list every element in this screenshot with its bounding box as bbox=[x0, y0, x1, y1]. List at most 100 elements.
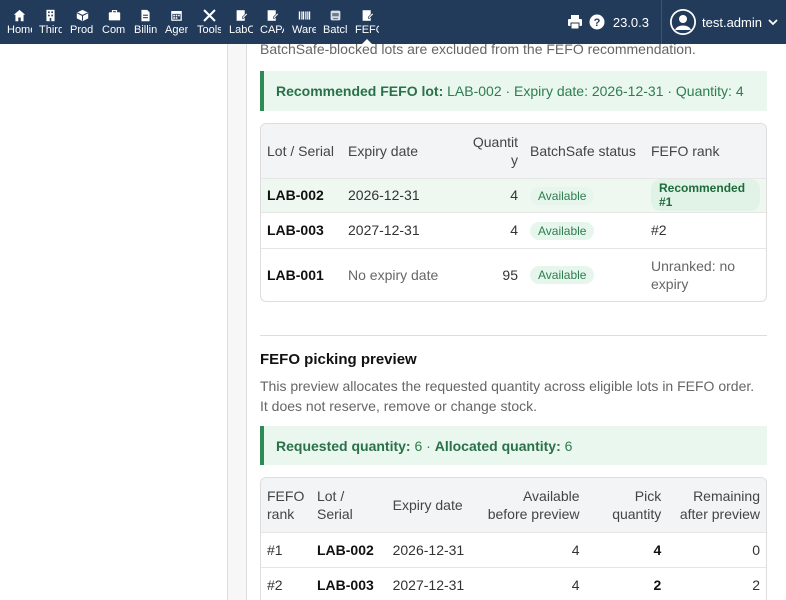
nav-item-capa[interactable]: CAPA bbox=[260, 0, 284, 44]
col-pick-quantity: Pick quantity bbox=[585, 478, 668, 532]
user-icon bbox=[670, 9, 696, 35]
nav-item-billing[interactable]: Billin bbox=[134, 0, 157, 44]
expiry-cell: 2027-12-31 bbox=[342, 211, 462, 248]
nav-item-label: Third bbox=[39, 24, 62, 36]
rank-cell: #1 bbox=[261, 531, 311, 567]
nav-item-products[interactable]: Prod bbox=[70, 0, 94, 44]
lot-cell: LAB-001 bbox=[261, 247, 342, 301]
nav-item-label: Tools bbox=[197, 24, 221, 36]
remaining-cell: 2 bbox=[667, 566, 766, 600]
nav-item-labc[interactable]: LabC bbox=[229, 0, 253, 44]
nav-item-label: FEFO bbox=[355, 24, 379, 36]
status-cell: Available bbox=[524, 177, 645, 212]
version-label: 23.0.3 bbox=[612, 14, 650, 30]
doc-edit-icon bbox=[362, 10, 374, 21]
nav-item-agenda[interactable]: Agen bbox=[165, 0, 188, 44]
remaining-cell: 0 bbox=[667, 531, 766, 567]
barcode-icon bbox=[298, 11, 310, 20]
nav-item-label: Prod bbox=[70, 24, 94, 36]
print-icon[interactable] bbox=[567, 14, 583, 30]
nav-item-label: Agen bbox=[165, 24, 188, 36]
nav-item-warehouse[interactable]: Ware bbox=[292, 0, 316, 44]
table-row: LAB-001 No expiry date 95 Available Unra… bbox=[261, 247, 766, 301]
blocked-lots-note: BatchSafe-blocked lots are excluded from… bbox=[260, 41, 696, 57]
preview-description: This preview allocates the requested qua… bbox=[260, 378, 755, 414]
section-divider bbox=[260, 335, 767, 336]
col-fefo-rank: FEFO rank bbox=[261, 478, 311, 532]
quantity-summary-callout: Requested quantity: 6 · Allocated quanti… bbox=[260, 426, 767, 465]
requested-value: 6 bbox=[414, 437, 423, 454]
requested-label: Requested quantity: bbox=[276, 437, 411, 454]
allocated-value: 6 bbox=[564, 437, 573, 454]
status-cell: Available bbox=[524, 211, 645, 248]
tools-icon bbox=[203, 9, 215, 22]
nav-item-label: LabC bbox=[229, 24, 253, 36]
preview-title: FEFO picking preview bbox=[260, 351, 417, 368]
col-fefo-rank: FEFO rank bbox=[645, 124, 766, 178]
tag-icon bbox=[330, 10, 340, 21]
nav-item-fefo[interactable]: FEFO bbox=[355, 0, 379, 44]
col-lot-serial: Lot / Serial bbox=[261, 124, 342, 178]
rank-cell: #2 bbox=[645, 211, 766, 248]
invoice-icon bbox=[141, 9, 150, 22]
nav-item-third[interactable]: Third bbox=[39, 0, 62, 44]
available-cell: 4 bbox=[474, 566, 586, 600]
nav-item-home[interactable]: Home bbox=[7, 0, 32, 44]
col-expiry-date: Expiry date bbox=[342, 124, 462, 178]
recommended-badge: Recommended #1 bbox=[651, 179, 760, 211]
expiry-cell: 2026-12-31 bbox=[386, 531, 475, 567]
col-expiry-date: Expiry date bbox=[386, 478, 475, 532]
recommended-lot-callout: Recommended FEFO lot: LAB-002 · Expiry d… bbox=[260, 71, 767, 111]
expiry-cell: 2026-12-31 bbox=[342, 177, 462, 212]
rank-cell: Unranked: no expiry bbox=[645, 247, 766, 301]
col-remaining-after: Remaining after preview bbox=[667, 478, 766, 532]
doc-edit-icon bbox=[267, 10, 279, 21]
col-quantity: Quantity bbox=[462, 124, 524, 178]
nav-item-label: Com bbox=[102, 24, 126, 36]
nav-item-batch[interactable]: Batcl bbox=[323, 0, 347, 44]
avatar bbox=[670, 9, 697, 35]
pick-cell: 4 bbox=[585, 531, 668, 567]
picking-preview-table: FEFO rank Lot / Serial Expiry date Avail… bbox=[260, 477, 767, 600]
quantity-cell: 95 bbox=[462, 247, 524, 301]
nav-item-tools[interactable]: Tools bbox=[197, 0, 221, 44]
nav-item-label: Billin bbox=[134, 24, 157, 36]
lot-cell: LAB-003 bbox=[261, 211, 342, 248]
col-batchsafe-status: BatchSafe status bbox=[524, 124, 645, 178]
user-menu[interactable]: test.admin bbox=[661, 0, 786, 44]
nav-item-label: Ware bbox=[292, 24, 316, 36]
recommended-text: LAB-002 · Expiry date: 2026-12-31 · Quan… bbox=[447, 83, 744, 99]
lot-cell: LAB-002 bbox=[310, 531, 387, 567]
status-cell: Available bbox=[524, 247, 645, 301]
doc-edit-icon bbox=[236, 10, 248, 21]
username: test.admin bbox=[702, 14, 762, 30]
pick-cell: 2 bbox=[585, 566, 668, 600]
rank-cell: Recommended #1 bbox=[645, 177, 766, 212]
table-row: #1 LAB-002 2026-12-31 4 4 0 bbox=[261, 531, 766, 567]
nav-item-label: CAPA bbox=[260, 24, 284, 36]
cube-icon bbox=[76, 9, 88, 22]
table-row: LAB-002 2026-12-31 4 Available Recommend… bbox=[261, 177, 766, 212]
briefcase-icon bbox=[108, 10, 120, 21]
status-badge: Available bbox=[530, 186, 595, 205]
help-icon[interactable]: ? bbox=[589, 14, 605, 30]
status-badge: Available bbox=[530, 221, 595, 240]
rank-cell: #2 bbox=[261, 566, 311, 600]
quantity-cell: 4 bbox=[462, 177, 524, 212]
expiry-cell: No expiry date bbox=[342, 247, 462, 301]
lot-cell: LAB-002 bbox=[261, 177, 342, 212]
expiry-cell: 2027-12-31 bbox=[386, 566, 475, 600]
nav-item-label: Home bbox=[7, 24, 32, 36]
lot-cell: LAB-003 bbox=[310, 566, 387, 600]
top-right-tools: ? 23.0.3 test.admin bbox=[567, 0, 786, 44]
col-available-before: Available before preview bbox=[474, 478, 586, 532]
left-sidebar bbox=[0, 44, 228, 600]
table-row: LAB-003 2027-12-31 4 Available #2 bbox=[261, 211, 766, 248]
building-icon bbox=[46, 9, 55, 22]
allocated-label: Allocated quantity: bbox=[434, 437, 561, 454]
nav-item-commercial[interactable]: Com bbox=[102, 0, 126, 44]
top-menu-bar: Home Third Prod Com Billin Agen Tools La… bbox=[0, 0, 786, 44]
nav-item-label: Batcl bbox=[323, 24, 347, 36]
svg-text:?: ? bbox=[593, 17, 600, 29]
col-lot-serial: Lot / Serial bbox=[310, 478, 387, 532]
